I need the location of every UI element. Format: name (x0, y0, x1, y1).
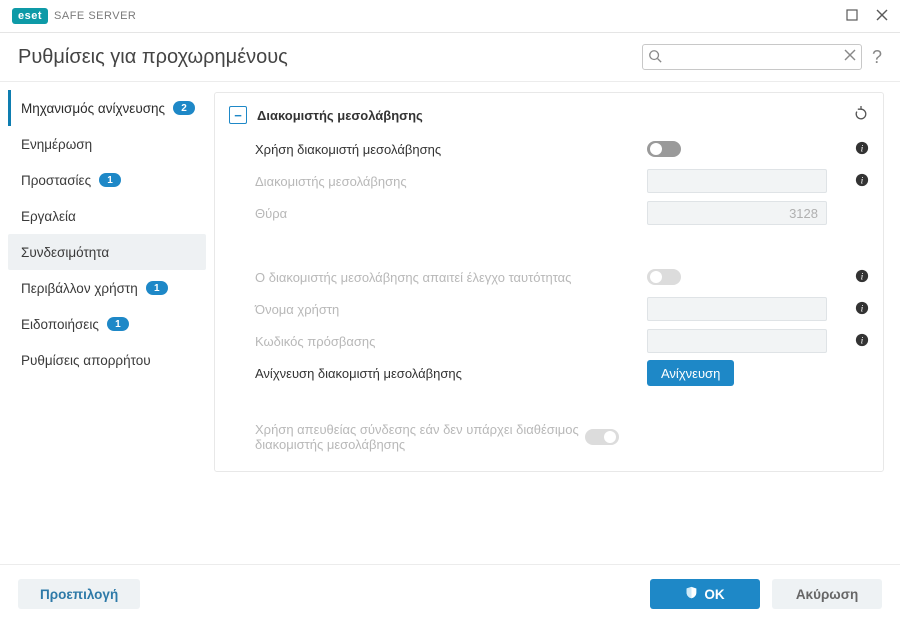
row-use-proxy: Χρήση διακομιστή μεσολάβησης i (215, 133, 883, 165)
collapse-icon[interactable]: − (229, 106, 247, 124)
sidebar-badge: 2 (173, 101, 195, 115)
search-clear-icon[interactable] (844, 49, 856, 64)
info-icon[interactable]: i (847, 333, 869, 350)
info-icon[interactable]: i (847, 141, 869, 158)
username-label: Όνομα χρήστη (255, 302, 647, 317)
sidebar-item-label: Προστασίες (21, 173, 91, 188)
sidebar-item-label: Εργαλεία (21, 209, 76, 224)
help-icon[interactable]: ? (872, 47, 882, 68)
use-proxy-toggle[interactable] (647, 141, 681, 157)
row-username: Όνομα χρήστη i (215, 293, 883, 325)
sidebar-item-privacy-settings[interactable]: Ρυθμίσεις απορρήτου (8, 342, 206, 378)
sidebar-badge: 1 (107, 317, 129, 331)
row-direct-connection: Χρήση απευθείας σύνδεσης εάν δεν υπάρχει… (215, 421, 883, 453)
brand-text: SAFE SERVER (54, 10, 136, 22)
search-wrap (642, 44, 862, 70)
sidebar-item-update[interactable]: Ενημέρωση (8, 126, 206, 162)
shield-icon (685, 586, 698, 602)
row-requires-auth: Ο διακομιστής μεσολάβησης απαιτεί έλεγχο… (215, 261, 883, 293)
svg-text:i: i (861, 303, 864, 314)
window-controls (846, 9, 888, 24)
reset-icon[interactable] (853, 106, 869, 125)
sidebar-badge: 1 (99, 173, 121, 187)
password-input[interactable] (647, 329, 827, 353)
row-port: Θύρα (215, 197, 883, 229)
sidebar-item-user-interface[interactable]: Περιβάλλον χρήστη 1 (8, 270, 206, 306)
brand: eset SAFE SERVER (12, 8, 136, 24)
sidebar-item-label: Συνδεσιμότητα (21, 245, 109, 260)
proxy-server-label: Διακομιστής μεσολάβησης (255, 174, 647, 189)
spacer (215, 389, 883, 421)
detect-label: Ανίχνευση διακομιστή μεσολάβησης (255, 366, 647, 381)
window-maximize-icon[interactable] (846, 9, 858, 24)
search-input[interactable] (642, 44, 862, 70)
info-icon[interactable]: i (847, 269, 869, 286)
port-input[interactable] (647, 201, 827, 225)
sidebar-item-label: Ενημέρωση (21, 137, 92, 152)
sidebar-item-notifications[interactable]: Ειδοποιήσεις 1 (8, 306, 206, 342)
detect-button[interactable]: Ανίχνευση (647, 360, 734, 386)
svg-text:i: i (861, 175, 864, 186)
svg-text:i: i (861, 143, 864, 154)
page-title: Ρυθμίσεις για προχωρημένους (18, 46, 288, 69)
main: − Διακομιστής μεσολάβησης Χρήση διακομισ… (210, 82, 900, 564)
ok-button-label: OK (704, 587, 724, 602)
sidebar-item-connectivity[interactable]: Συνδεσιμότητα (8, 234, 206, 270)
sidebar-badge: 1 (146, 281, 168, 295)
sidebar-item-label: Ρυθμίσεις απορρήτου (21, 353, 151, 368)
info-icon[interactable]: i (847, 173, 869, 190)
info-icon[interactable]: i (847, 301, 869, 318)
password-label: Κωδικός πρόσβασης (255, 334, 647, 349)
panel-title: Διακομιστής μεσολάβησης (257, 108, 423, 123)
port-label: Θύρα (255, 206, 647, 221)
svg-text:i: i (861, 271, 864, 282)
sidebar-item-label: Μηχανισμός ανίχνευσης (21, 101, 165, 116)
ok-button[interactable]: OK (650, 579, 760, 609)
sidebar-item-label: Περιβάλλον χρήστη (21, 281, 138, 296)
brand-logo: eset (12, 8, 48, 24)
proxy-server-input[interactable] (647, 169, 827, 193)
default-button[interactable]: Προεπιλογή (18, 579, 140, 609)
proxy-panel: − Διακομιστής μεσολάβησης Χρήση διακομισ… (214, 92, 884, 472)
row-password: Κωδικός πρόσβασης i (215, 325, 883, 357)
search-icon (648, 49, 662, 66)
topbar: Ρυθμίσεις για προχωρημένους ? (0, 33, 900, 82)
row-detect: Ανίχνευση διακομιστή μεσολάβησης Ανίχνευ… (215, 357, 883, 389)
direct-connection-toggle (585, 429, 619, 445)
sidebar: Μηχανισμός ανίχνευσης 2 Ενημέρωση Προστα… (0, 82, 210, 564)
footer: Προεπιλογή OK Ακύρωση (0, 564, 900, 620)
requires-auth-toggle (647, 269, 681, 285)
row-proxy-server: Διακομιστής μεσολάβησης i (215, 165, 883, 197)
sidebar-item-protections[interactable]: Προστασίες 1 (8, 162, 206, 198)
titlebar: eset SAFE SERVER (0, 0, 900, 33)
use-proxy-label: Χρήση διακομιστή μεσολάβησης (255, 142, 647, 157)
requires-auth-label: Ο διακομιστής μεσολάβησης απαιτεί έλεγχο… (255, 270, 647, 285)
window-close-icon[interactable] (876, 9, 888, 24)
panel-header: − Διακομιστής μεσολάβησης (215, 97, 883, 133)
cancel-button[interactable]: Ακύρωση (772, 579, 882, 609)
svg-text:i: i (861, 335, 864, 346)
sidebar-item-tools[interactable]: Εργαλεία (8, 198, 206, 234)
direct-connection-label: Χρήση απευθείας σύνδεσης εάν δεν υπάρχει… (255, 422, 585, 452)
sidebar-item-label: Ειδοποιήσεις (21, 317, 99, 332)
username-input[interactable] (647, 297, 827, 321)
sidebar-item-detection-engine[interactable]: Μηχανισμός ανίχνευσης 2 (8, 90, 206, 126)
spacer (215, 229, 883, 261)
